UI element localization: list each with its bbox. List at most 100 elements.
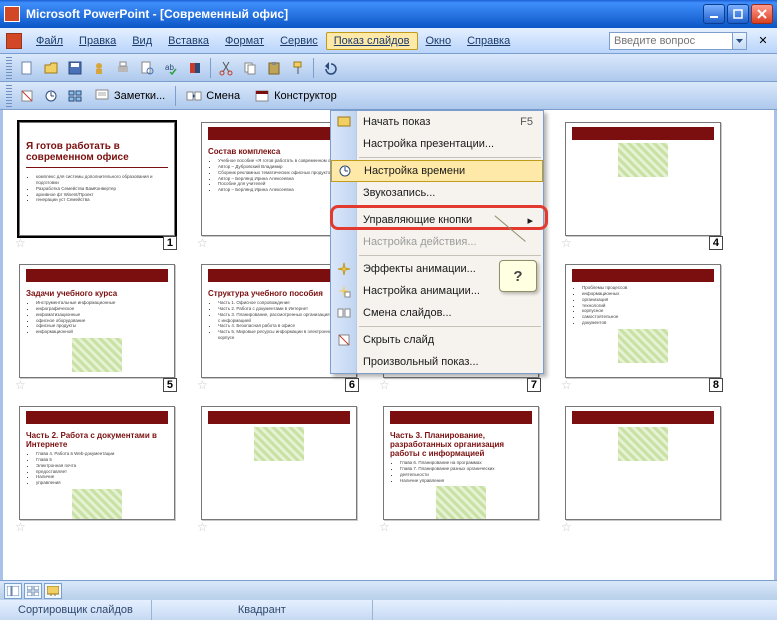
menu-file[interactable]: Файл	[28, 32, 71, 50]
blank-icon	[336, 185, 352, 201]
window-title: Microsoft PowerPoint - [Современный офис…	[26, 7, 703, 21]
menu-item-4[interactable]: Управляющие кнопки ▸	[331, 209, 543, 231]
normal-view-button[interactable]	[4, 583, 22, 599]
help-search-dropdown[interactable]	[733, 32, 747, 50]
clock-icon	[337, 163, 353, 179]
close-button[interactable]	[751, 4, 773, 24]
toolbar-grip-2[interactable]	[6, 85, 12, 107]
sorter-view-button[interactable]	[24, 583, 42, 599]
slide-thumb-1[interactable]: Я готов работать в современном офисекомп…	[19, 122, 175, 246]
slide-thumb-5[interactable]: Задачи учебного курсаИнструментальные ин…	[19, 264, 175, 388]
standard-toolbar: ab	[0, 54, 777, 82]
menu-item-label: Управляющие кнопки	[363, 214, 472, 226]
transition-icon	[336, 305, 352, 321]
slide-thumb-12[interactable]: ☆	[565, 406, 721, 530]
menu-format[interactable]: Формат	[217, 32, 272, 50]
menu-item-8[interactable]: Смена слайдов...	[331, 302, 543, 324]
menu-help[interactable]: Справка	[459, 32, 518, 50]
animation-star-icon: ☆	[561, 378, 572, 392]
slide-thumb-10[interactable]: ☆	[201, 406, 357, 530]
menu-item-3[interactable]: Звукозапись...	[331, 182, 543, 204]
slide-number: 5	[163, 378, 177, 392]
menu-item-label: Начать показ	[363, 116, 430, 128]
transition-button[interactable]: Смена	[180, 85, 246, 107]
permissions-button[interactable]	[88, 57, 110, 79]
copy-button[interactable]	[239, 57, 261, 79]
animation-star-icon: ☆	[561, 236, 572, 250]
research-button[interactable]	[184, 57, 206, 79]
submenu-arrow-icon: ▸	[527, 214, 533, 227]
help-tooltip: ?	[499, 260, 537, 292]
menu-edit[interactable]: Правка	[71, 32, 124, 50]
menu-item-2[interactable]: Настройка времени	[331, 160, 543, 182]
animation-star-icon: ☆	[561, 520, 572, 534]
menu-item-1[interactable]: Настройка презентации...	[331, 133, 543, 155]
menu-window[interactable]: Окно	[418, 32, 460, 50]
menu-item-label: Настройка анимации...	[363, 285, 480, 297]
slide-thumb-8[interactable]: Проблемы процессовинформационныхорганиза…	[565, 264, 721, 388]
svg-text:ab: ab	[165, 63, 174, 72]
mdi-close-button[interactable]: ✕	[755, 34, 771, 48]
menu-item-0[interactable]: Начать показ F5	[331, 111, 543, 133]
open-button[interactable]	[40, 57, 62, 79]
slide-number: 4	[709, 236, 723, 250]
sparkle-icon	[336, 261, 352, 277]
menu-tools[interactable]: Сервис	[272, 32, 326, 50]
anim-icon	[336, 283, 352, 299]
menu-item-label: Эффекты анимации...	[363, 263, 476, 275]
animation-star-icon: ☆	[15, 378, 26, 392]
hide-slide-button[interactable]	[16, 85, 38, 107]
animation-star-icon: ☆	[15, 520, 26, 534]
help-search-input[interactable]	[609, 32, 733, 50]
animation-star-icon: ☆	[379, 520, 390, 534]
status-bar: Сортировщик слайдов Квадрант	[0, 600, 777, 620]
rehearse-button[interactable]	[40, 85, 62, 107]
paste-button[interactable]	[263, 57, 285, 79]
sorter-toolbar: Заметки... Смена Конструктор	[0, 82, 777, 110]
blank-icon	[336, 212, 352, 228]
undo-button[interactable]	[318, 57, 340, 79]
blank-icon	[336, 136, 352, 152]
app-icon	[4, 6, 20, 22]
designer-button[interactable]: Конструктор	[248, 85, 343, 107]
menu-item-9[interactable]: Скрыть слайд	[331, 329, 543, 351]
slide-thumb-9[interactable]: Часть 2. Работа с документами в Интернет…	[19, 406, 175, 530]
notes-button[interactable]: Заметки...	[88, 85, 171, 107]
menu-item-label: Скрыть слайд	[363, 334, 434, 346]
animation-star-icon: ☆	[379, 378, 390, 392]
menu-item-label: Произвольный показ...	[363, 356, 479, 368]
slide-thumb-4[interactable]: ☆4	[565, 122, 721, 246]
menu-view[interactable]: Вид	[124, 32, 160, 50]
menu-insert[interactable]: Вставка	[160, 32, 217, 50]
menu-item-label: Настройка времени	[364, 165, 465, 177]
preview-button[interactable]	[136, 57, 158, 79]
animation-star-icon: ☆	[197, 236, 208, 250]
menu-slideshow[interactable]: Показ слайдов	[326, 32, 418, 50]
cut-button[interactable]	[215, 57, 237, 79]
spellcheck-button[interactable]: ab	[160, 57, 182, 79]
menu-item-label: Настройка действия...	[363, 236, 477, 248]
doc-icon	[6, 33, 22, 49]
print-button[interactable]	[112, 57, 134, 79]
shortcut-label: F5	[520, 116, 533, 128]
slide-thumb-11[interactable]: Часть 3. Планирование, разработанных орг…	[383, 406, 539, 530]
animation-star-icon: ☆	[197, 378, 208, 392]
menu-item-10[interactable]: Произвольный показ...	[331, 351, 543, 373]
minimize-button[interactable]	[703, 4, 725, 24]
designer-label: Конструктор	[274, 90, 337, 102]
format-painter-button[interactable]	[287, 57, 309, 79]
save-button[interactable]	[64, 57, 86, 79]
play-icon	[336, 114, 352, 130]
blank-icon	[336, 354, 352, 370]
toolbar-grip[interactable]	[6, 57, 12, 79]
slide-number: 1	[163, 236, 177, 250]
menu-bar: Файл Правка Вид Вставка Формат Сервис По…	[0, 28, 777, 54]
summary-button[interactable]	[64, 85, 86, 107]
new-button[interactable]	[16, 57, 38, 79]
maximize-button[interactable]	[727, 4, 749, 24]
blank-icon	[336, 234, 352, 250]
status-layout: Квадрант	[152, 600, 372, 620]
slide-number: 7	[527, 378, 541, 392]
slide-number: 6	[345, 378, 359, 392]
slideshow-view-button[interactable]	[44, 583, 62, 599]
